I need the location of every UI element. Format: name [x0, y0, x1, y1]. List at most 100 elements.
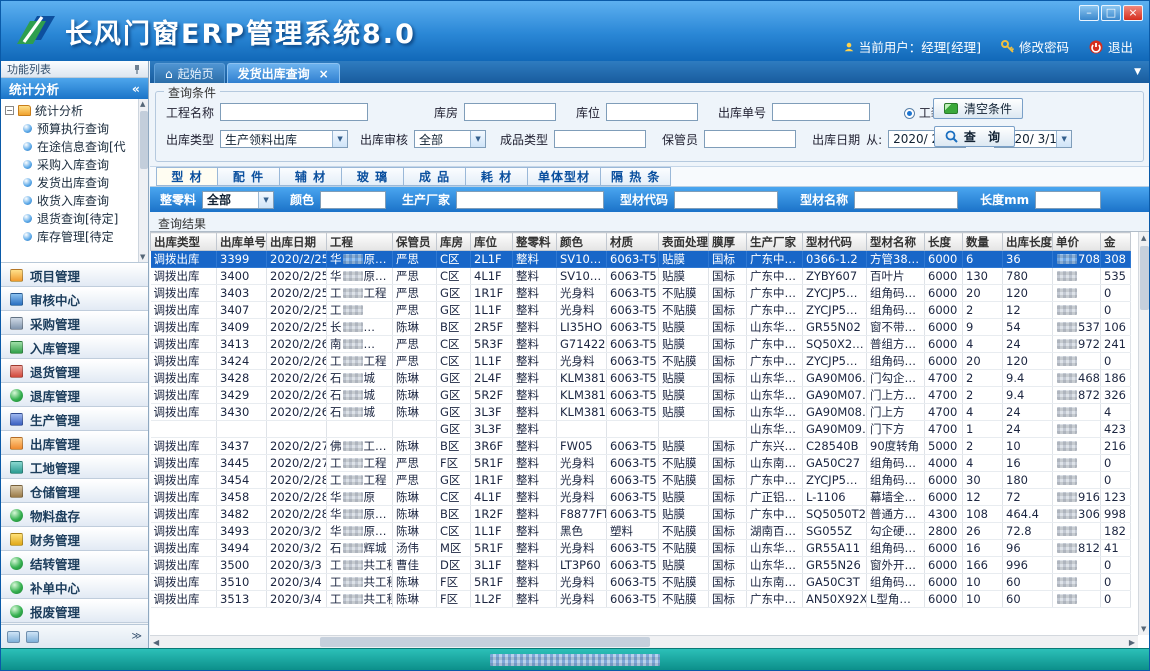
- cell[interactable]: SV10…: [557, 268, 607, 285]
- sidebar-item-13[interactable]: 补单中心: [1, 575, 148, 599]
- cell[interactable]: 6000: [925, 472, 963, 489]
- sidebar-item-1[interactable]: 审核中心: [1, 287, 148, 311]
- cell[interactable]: [1053, 353, 1101, 370]
- cell[interactable]: 门上方: [867, 404, 925, 421]
- cell[interactable]: 996: [1003, 557, 1053, 574]
- cell[interactable]: GR55N26: [803, 557, 867, 574]
- table-row[interactable]: 调拨出库34292020/2/26石城陈琳G区5R2F整料KLM38176063…: [151, 387, 1131, 404]
- cell[interactable]: [1053, 523, 1101, 540]
- table-row[interactable]: 调拨出库34932020/3/2华原…陈琳C区1L1F整料黑色塑料不贴膜国标湖南…: [151, 523, 1131, 540]
- cell[interactable]: 窗外开…: [867, 557, 925, 574]
- cell[interactable]: [1053, 438, 1101, 455]
- table-row[interactable]: 调拨出库34132020/2/26南…严思C区5R3F整料G714226063-…: [151, 336, 1131, 353]
- material-tab-1[interactable]: 配 件: [218, 167, 280, 186]
- cell[interactable]: 2020/2/26: [267, 387, 327, 404]
- cell[interactable]: 6000: [925, 540, 963, 557]
- cell[interactable]: 3430: [217, 404, 267, 421]
- cell[interactable]: 组角码…: [867, 285, 925, 302]
- cell[interactable]: C区: [437, 268, 471, 285]
- profile-code-input[interactable]: [674, 191, 778, 209]
- cell[interactable]: 调拨出库: [151, 353, 217, 370]
- cell[interactable]: 贴膜: [659, 506, 709, 523]
- cell[interactable]: 6063-T5: [607, 591, 659, 608]
- cell[interactable]: 调拨出库: [151, 591, 217, 608]
- cell[interactable]: 72: [1003, 489, 1053, 506]
- cell[interactable]: 不贴膜: [659, 455, 709, 472]
- cell[interactable]: 2: [963, 387, 1003, 404]
- tree-root-statistics[interactable]: 统计分析: [5, 101, 148, 119]
- cell[interactable]: 陈琳: [393, 387, 437, 404]
- tree-item-3[interactable]: 发货出库查询: [5, 173, 148, 191]
- cell[interactable]: 6: [963, 251, 1003, 268]
- cell[interactable]: 3445: [217, 455, 267, 472]
- cell[interactable]: D区: [437, 557, 471, 574]
- cell[interactable]: 国标: [709, 387, 747, 404]
- cell[interactable]: 4L1F: [471, 268, 513, 285]
- cell[interactable]: 12: [963, 489, 1003, 506]
- cell[interactable]: 16: [1003, 455, 1053, 472]
- cell[interactable]: 3L3F: [471, 421, 513, 438]
- cell[interactable]: 贴膜: [659, 336, 709, 353]
- tree-expander-icon[interactable]: [5, 106, 14, 115]
- cell[interactable]: [1053, 421, 1101, 438]
- cell[interactable]: 国标: [709, 574, 747, 591]
- cell[interactable]: 1L1F: [471, 353, 513, 370]
- cell[interactable]: C区: [437, 353, 471, 370]
- cell[interactable]: 4: [963, 455, 1003, 472]
- cell[interactable]: 423: [1101, 421, 1131, 438]
- material-tab-6[interactable]: 单体型材: [528, 167, 601, 186]
- cell[interactable]: 国标: [709, 506, 747, 523]
- cell[interactable]: 整料: [513, 336, 557, 353]
- cell[interactable]: GA90M08…: [803, 404, 867, 421]
- cell[interactable]: 严思: [393, 251, 437, 268]
- cell[interactable]: 组角码…: [867, 302, 925, 319]
- cell[interactable]: 整料: [513, 353, 557, 370]
- cell[interactable]: ZYBY607: [803, 268, 867, 285]
- cell[interactable]: GA90M09…: [803, 421, 867, 438]
- cell[interactable]: 130: [963, 268, 1003, 285]
- table-row[interactable]: 调拨出库34282020/2/26石城陈琳G区2L4F整料KLM38176063…: [151, 370, 1131, 387]
- cell[interactable]: 调拨出库: [151, 438, 217, 455]
- cell[interactable]: 山东华…: [747, 387, 803, 404]
- cell[interactable]: F8877FT: [557, 506, 607, 523]
- cell[interactable]: 6063-T5: [607, 336, 659, 353]
- cell[interactable]: 严思: [393, 455, 437, 472]
- cell[interactable]: 工工程: [327, 285, 393, 302]
- cell[interactable]: 24: [1003, 421, 1053, 438]
- table-row[interactable]: 调拨出库34072020/2/25工严思G区1L1F整料光身料6063-T5不贴…: [151, 302, 1131, 319]
- cell[interactable]: GA50C3T: [803, 574, 867, 591]
- cell[interactable]: 10: [963, 574, 1003, 591]
- cell[interactable]: 2020/2/28: [267, 472, 327, 489]
- cell[interactable]: 调拨出库: [151, 540, 217, 557]
- cell[interactable]: 108: [963, 506, 1003, 523]
- cell[interactable]: 3437: [217, 438, 267, 455]
- cell[interactable]: 537: [1053, 319, 1101, 336]
- cell[interactable]: 6063-T5: [607, 472, 659, 489]
- cell[interactable]: 120: [1003, 353, 1053, 370]
- cell[interactable]: 0366-1.2: [803, 251, 867, 268]
- sidebar-item-4[interactable]: 退货管理: [1, 359, 148, 383]
- cell[interactable]: 4: [963, 404, 1003, 421]
- cell[interactable]: 6063-T5: [607, 540, 659, 557]
- horizontal-scrollbar[interactable]: [150, 635, 1138, 648]
- cell[interactable]: 308: [1101, 251, 1131, 268]
- cell[interactable]: 贴膜: [659, 404, 709, 421]
- cell[interactable]: [709, 421, 747, 438]
- cell[interactable]: 4700: [925, 387, 963, 404]
- cell[interactable]: 5R1F: [471, 574, 513, 591]
- cell[interactable]: [267, 421, 327, 438]
- cell[interactable]: 0: [1101, 557, 1131, 574]
- cell[interactable]: 不贴膜: [659, 540, 709, 557]
- cell[interactable]: 贴膜: [659, 268, 709, 285]
- cell[interactable]: 186: [1101, 370, 1131, 387]
- cell[interactable]: 整料: [513, 421, 557, 438]
- cell[interactable]: GA90M07…: [803, 387, 867, 404]
- cell[interactable]: [1053, 455, 1101, 472]
- cell[interactable]: 0: [1101, 302, 1131, 319]
- cell[interactable]: 广东中…: [747, 285, 803, 302]
- project-name-input[interactable]: [220, 103, 368, 121]
- cell[interactable]: 广东中…: [747, 336, 803, 353]
- tab-home[interactable]: 起始页: [154, 63, 225, 83]
- tree-item-2[interactable]: 采购入库查询: [5, 155, 148, 173]
- cell[interactable]: 2R5F: [471, 319, 513, 336]
